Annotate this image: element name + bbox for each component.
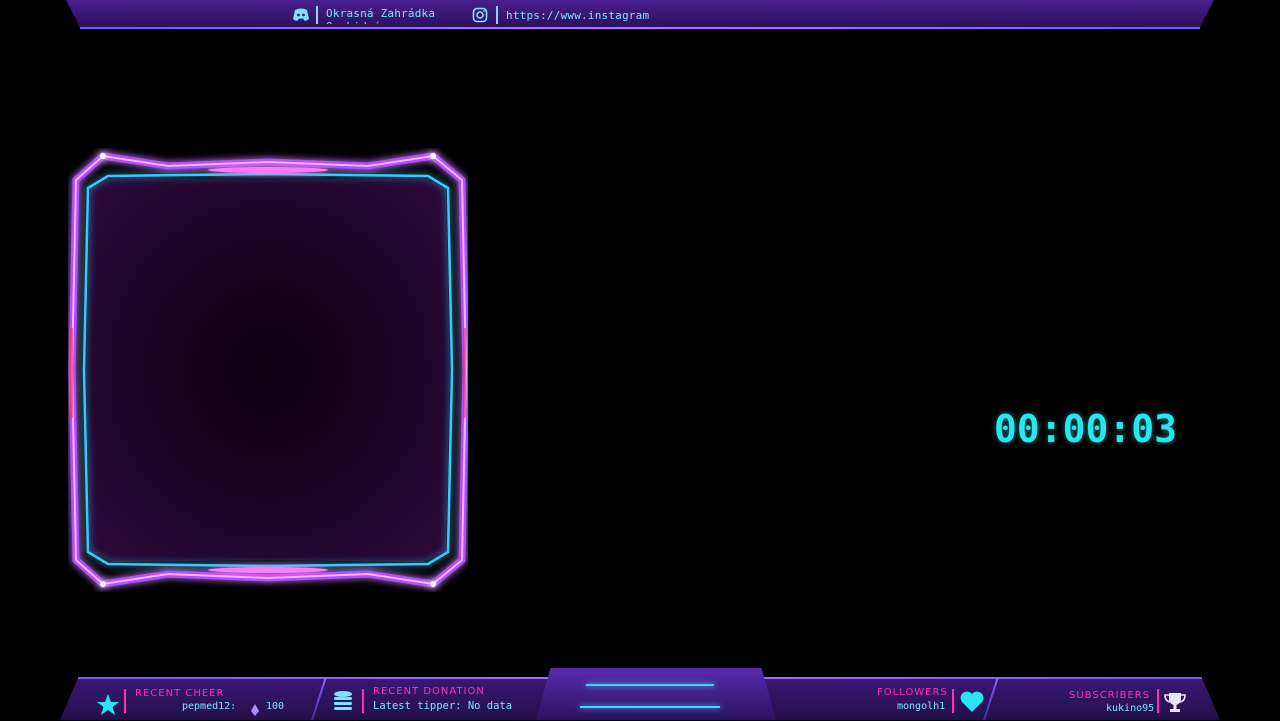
trophy-icon bbox=[1164, 691, 1186, 719]
discord-separator bbox=[316, 6, 318, 24]
cheer-separator bbox=[124, 689, 126, 713]
followers-separator bbox=[952, 689, 954, 713]
donation-separator bbox=[362, 689, 364, 713]
subscribers-separator bbox=[1157, 689, 1159, 713]
instagram-icon bbox=[472, 7, 488, 23]
followers-label: FOLLOWERS bbox=[877, 687, 948, 698]
star-icon bbox=[96, 693, 120, 721]
heart-icon bbox=[960, 691, 984, 717]
discord-text: Okrasná Zahrádka Ozobidoí bbox=[326, 6, 436, 24]
recent-donation-value: Latest tipper: No data bbox=[373, 700, 513, 712]
coins-icon bbox=[332, 690, 354, 718]
bottom-bar: RECENT CHEER pepmed12: 100 RECENT DONATI… bbox=[0, 668, 1280, 720]
discord-icon bbox=[292, 7, 309, 23]
recent-cheer-section: RECENT CHEER pepmed12: 100 bbox=[94, 685, 304, 719]
subscribers-value: kukino95 bbox=[1106, 703, 1155, 714]
subscribers-section: SUBSCRIBERS kukino95 bbox=[1064, 685, 1194, 719]
bits-icon bbox=[251, 701, 259, 720]
instagram-separator bbox=[496, 6, 498, 24]
recent-cheer-label: RECENT CHEER bbox=[135, 688, 225, 699]
followers-value: mongolh1 bbox=[897, 701, 946, 712]
recent-cheer-user: pepmed12: bbox=[182, 701, 237, 712]
recent-cheer-amount: 100 bbox=[266, 701, 285, 712]
center-line-bottom bbox=[580, 706, 720, 708]
recent-donation-label: RECENT DONATION bbox=[373, 686, 485, 697]
discord-link[interactable]: Okrasná Zahrádka Ozobidoí bbox=[292, 6, 446, 24]
subscribers-label: SUBSCRIBERS bbox=[1069, 690, 1151, 701]
instagram-link[interactable]: https://www.instagram bbox=[472, 6, 649, 24]
webcam-frame bbox=[68, 148, 470, 592]
stream-timer: 00:00:03 bbox=[994, 407, 1178, 451]
instagram-text: https://www.instagram bbox=[506, 8, 650, 22]
followers-section: FOLLOWERS mongolh1 bbox=[874, 685, 986, 719]
top-bar-edge bbox=[80, 27, 1200, 29]
center-panel bbox=[536, 668, 776, 720]
center-line-top bbox=[586, 684, 714, 686]
recent-donation-section: RECENT DONATION Latest tipper: No data bbox=[332, 685, 532, 719]
